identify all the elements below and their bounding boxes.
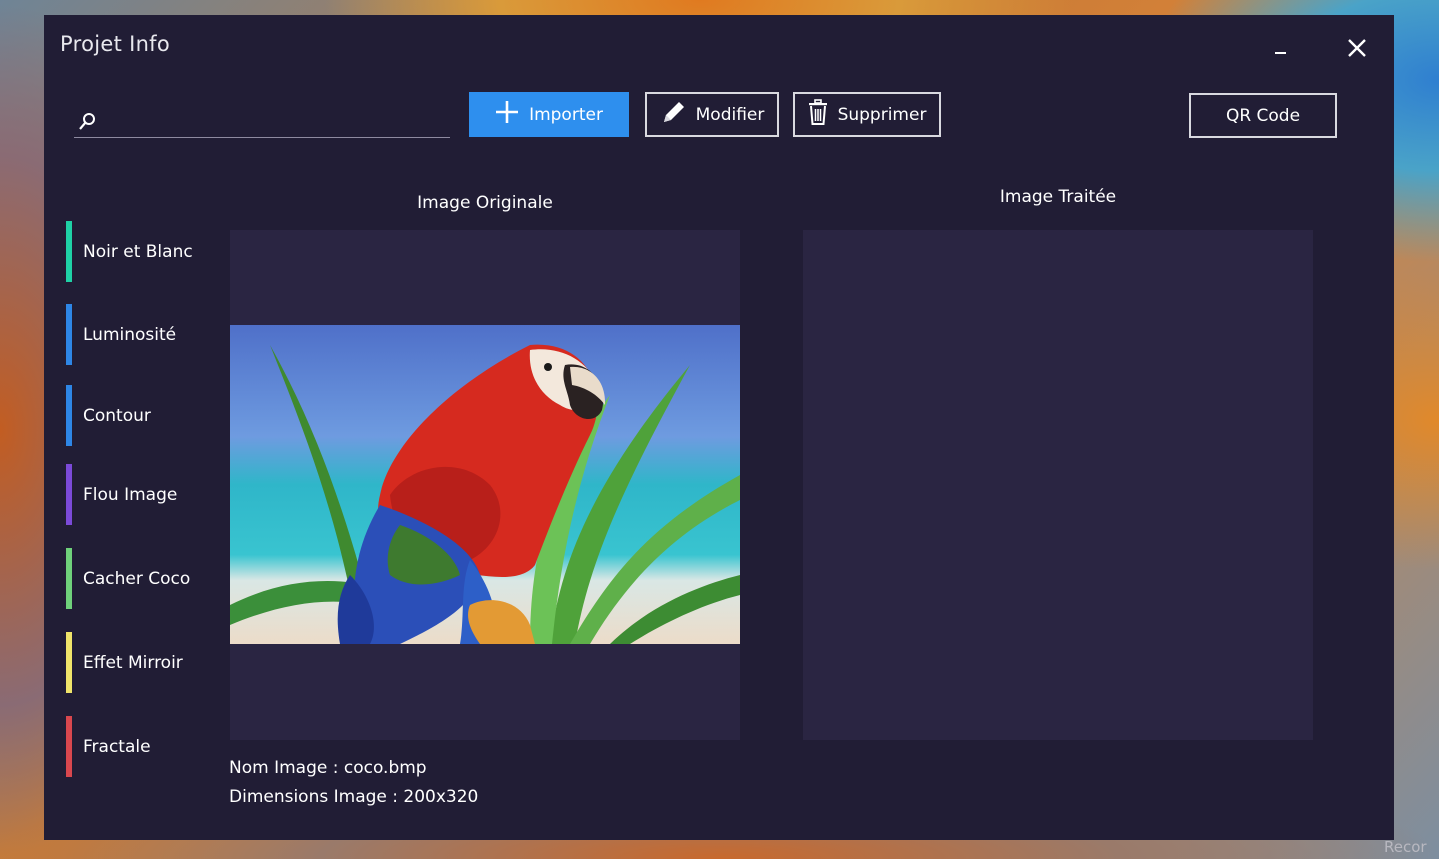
sidebar-item-luminosite[interactable]: Luminosité [66,304,216,365]
qr-code-label: QR Code [1225,105,1301,126]
sidebar-item-label: Contour [83,405,151,426]
sidebar-item-indicator [66,548,72,609]
sidebar-item-label: Flou Image [83,484,178,505]
image-dimensions-info: Dimensions Image : 200x320 [229,787,479,807]
plus-icon [495,100,519,129]
original-image [230,325,740,644]
sidebar-item-flou-image[interactable]: Flou Image [66,464,216,525]
minimize-icon [1274,41,1288,60]
sidebar-item-label: Noir et Blanc [83,241,193,262]
close-button[interactable] [1342,35,1372,65]
trash-icon [808,99,828,130]
sidebar-item-indicator [66,221,72,282]
sidebar-item-label: Cacher Coco [83,568,191,589]
edit-label: Modifier [695,104,765,125]
search-input[interactable] [102,110,442,134]
sidebar-item-cacher-coco[interactable]: Cacher Coco [66,548,216,609]
corner-recording-label: Recor [1384,838,1427,856]
minimize-button[interactable] [1266,35,1296,65]
pencil-icon [660,100,686,129]
sidebar-item-label: Fractale [83,736,151,757]
sidebar-item-indicator [66,632,72,693]
image-name-info: Nom Image : coco.bmp [229,758,427,778]
search-box[interactable] [74,108,450,138]
sidebar-item-indicator [66,716,72,777]
sidebar-item-indicator [66,464,72,525]
edit-button[interactable]: Modifier [645,92,779,137]
sidebar-item-effet-mirroir[interactable]: Effet Mirroir [66,632,216,693]
sidebar-item-label: Luminosité [83,324,177,345]
processed-image-title: Image Traitée [999,187,1117,207]
sidebar-item-indicator [66,385,72,446]
window-title: Projet Info [60,32,171,56]
qr-code-button[interactable]: QR Code [1189,93,1337,138]
original-image-title: Image Originale [417,193,553,213]
sidebar-item-noir-et-blanc[interactable]: Noir et Blanc [66,221,216,282]
sidebar-item-label: Effet Mirroir [83,652,183,673]
close-icon [1347,38,1367,62]
app-window: Projet Info Importer Modifier Supprimer … [44,15,1394,840]
sidebar-item-fractale[interactable]: Fractale [66,716,216,777]
delete-button[interactable]: Supprimer [793,92,941,137]
import-button[interactable]: Importer [469,92,629,137]
sidebar-item-contour[interactable]: Contour [66,385,216,446]
import-label: Importer [529,104,603,125]
processed-image-panel [803,230,1313,740]
original-image-panel [230,230,740,740]
sidebar-item-indicator [66,304,72,365]
delete-label: Supprimer [837,104,927,125]
